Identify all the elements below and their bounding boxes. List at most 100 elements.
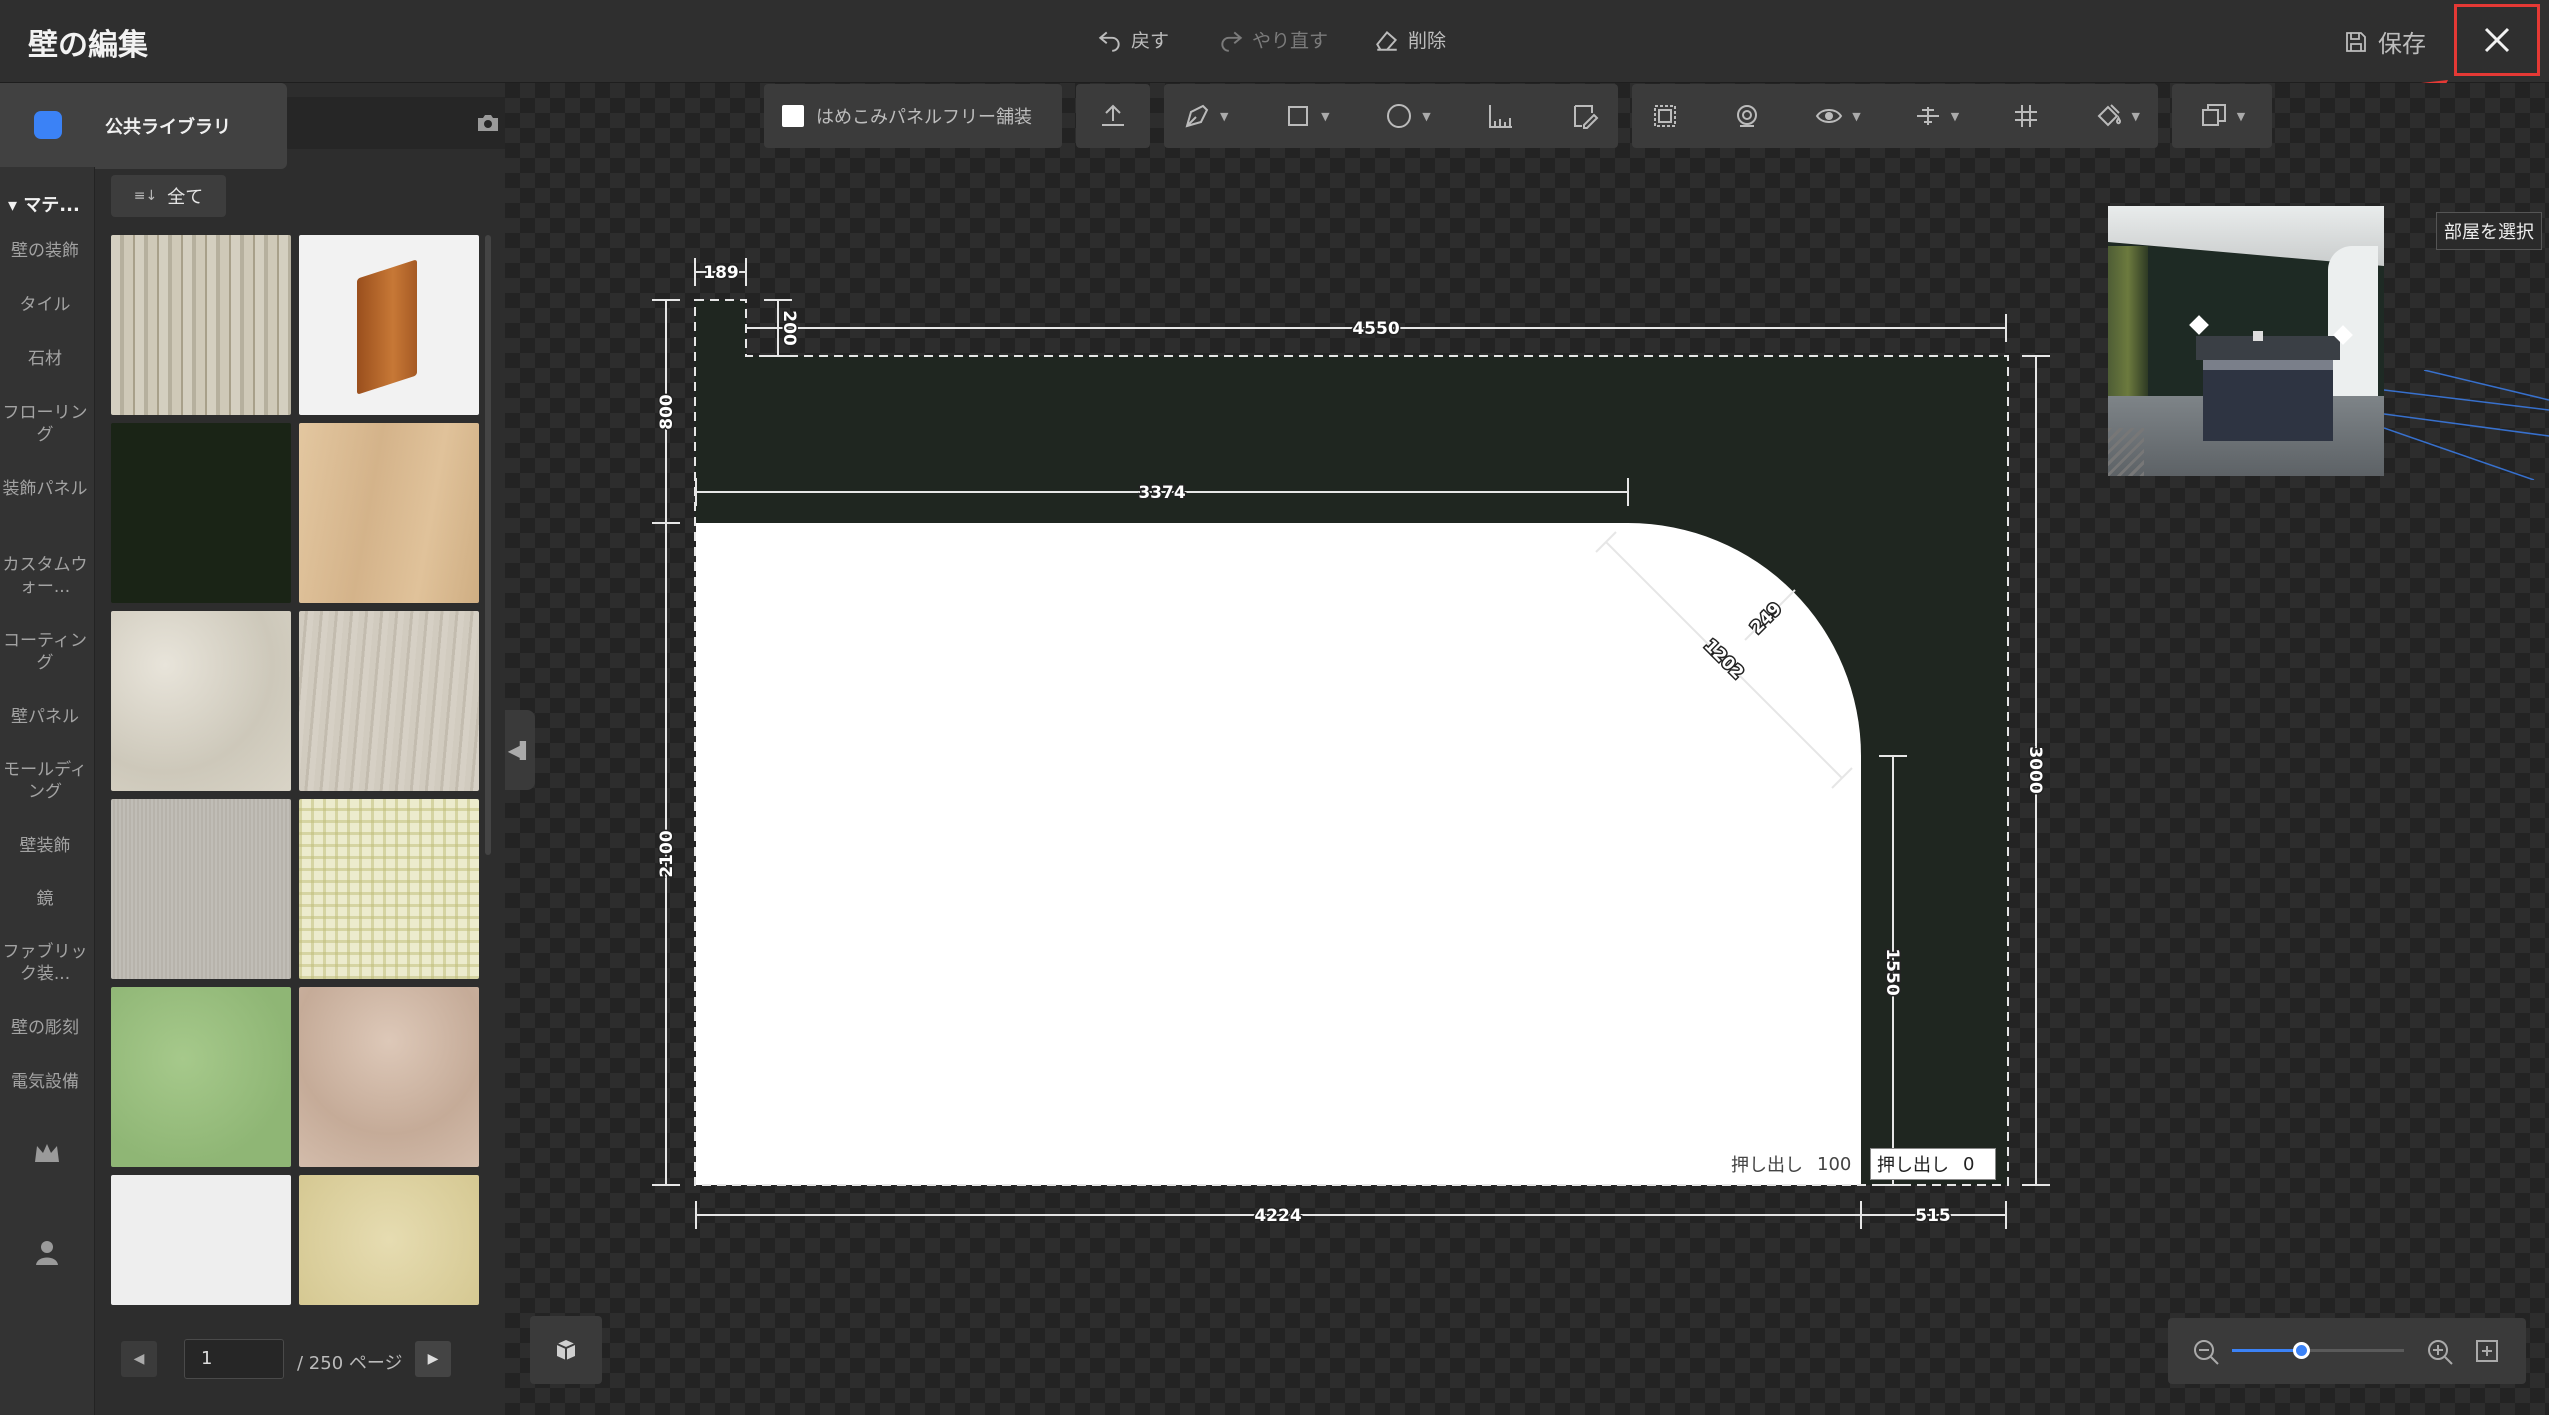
close-icon [2484, 27, 2510, 53]
chevron-down-icon: ▼ [1852, 109, 1861, 123]
next-page-button[interactable]: ▶ [415, 1341, 451, 1377]
camera-icon[interactable] [475, 110, 501, 136]
collapse-icon: ◀▌ [507, 740, 533, 760]
inset-panel-checkbox[interactable] [782, 105, 804, 127]
zoom-in-icon[interactable] [2426, 1338, 2454, 1366]
delete-button[interactable]: 削除 [1374, 26, 1446, 53]
pen-tool[interactable]: ▼ [1182, 101, 1228, 131]
rail-item-coating[interactable]: コーティング [0, 630, 90, 674]
zoom-out-icon[interactable] [2192, 1338, 2220, 1366]
align-tool[interactable]: ▼ [1913, 101, 1959, 131]
layer-tool[interactable]: ▼ [2172, 84, 2272, 148]
library-icon [33, 111, 62, 139]
zoom-track[interactable] [2232, 1342, 2404, 1359]
view-3d-button[interactable] [530, 1316, 602, 1384]
rail-item-deco-panel[interactable]: 装飾パネル [0, 478, 90, 500]
circle-tool[interactable]: ▼ [1384, 101, 1431, 131]
prev-page-button[interactable]: ◀ [121, 1341, 157, 1377]
edit-shape-icon [1573, 105, 1599, 129]
rail-item-flooring[interactable]: フローリング [0, 402, 90, 446]
inset-panel-toggle[interactable]: はめこみパネルフリー舗装 [764, 84, 1062, 148]
chevron-down-icon: ▼ [1220, 109, 1229, 123]
material-swatch-grey-wood[interactable] [299, 611, 479, 791]
page-total: / 250 ページ [297, 1353, 403, 1374]
delete-label: 削除 [1408, 30, 1447, 52]
rail-item-mirror[interactable]: 鏡 [0, 888, 90, 910]
rail-item-wall-decor[interactable]: 壁の装飾 [0, 240, 90, 262]
align-icon [1916, 107, 1939, 125]
library-panel: 公共ライブラリ ≡↓ 全て ◀ 1 / 250 ページ ▶ [95, 83, 575, 1415]
redo-label: やり直す [1252, 30, 1329, 52]
material-swatch-white-marble[interactable] [111, 611, 291, 791]
fill-tool[interactable]: ▼ [2093, 101, 2140, 131]
zoom-slider-handle[interactable] [2292, 1342, 2310, 1359]
page-number-input[interactable]: 1 [184, 1339, 284, 1379]
close-button[interactable] [2454, 4, 2540, 76]
rail-item-custom-wall[interactable]: カスタムウォー... [0, 554, 90, 598]
material-swatch-baseboard[interactable] [299, 235, 479, 415]
material-swatch-grey-fabric[interactable] [111, 799, 291, 979]
rail-item-wall-ornament[interactable]: 壁装飾 [0, 835, 90, 857]
draw-tools: ▼ ▼ ▼ [1164, 84, 1618, 148]
user-icon[interactable] [30, 1236, 64, 1270]
rail-library-tab[interactable] [0, 83, 95, 167]
rail-item-electrical[interactable]: 電気設備 [0, 1071, 90, 1093]
save-icon [2346, 31, 2366, 52]
rail-item-stone[interactable]: 石材 [0, 348, 90, 370]
extrude-right-label: 押し出し [1877, 1155, 1949, 1176]
undo-label: 戻す [1131, 30, 1170, 52]
save-button[interactable]: 保存 [2344, 24, 2426, 59]
dim-label-inner-width: 3374 [1138, 483, 1185, 503]
material-swatch-dark-green[interactable] [111, 423, 291, 603]
rail-item-tile[interactable]: タイル [0, 294, 90, 316]
material-swatch-light-oak[interactable] [299, 423, 479, 603]
chevron-down-icon: ▼ [2236, 109, 2246, 123]
undo-icon [1098, 31, 1120, 52]
chevron-down-icon: ▼ [1950, 109, 1960, 123]
material-swatch-birch[interactable] [111, 235, 291, 415]
measure-tool[interactable] [1485, 101, 1515, 131]
cube-icon [556, 1340, 576, 1360]
upload-button[interactable] [1076, 84, 1150, 148]
material-swatch-green-plaster[interactable] [111, 987, 291, 1167]
preview-guide-lines [2384, 370, 2549, 480]
lasso-tool[interactable] [1732, 101, 1762, 131]
tab-public-library-label: 公共ライブラリ [105, 117, 231, 138]
select-room-button[interactable]: 部屋を選択 [2436, 212, 2542, 250]
rail-section-label: マテ... [23, 195, 80, 216]
fit-view-icon[interactable] [2474, 1338, 2500, 1364]
redo-button[interactable]: やり直す [1218, 26, 1328, 53]
room-preview[interactable] [2108, 206, 2384, 476]
pagination: ◀ 1 / 250 ページ ▶ [95, 1331, 505, 1391]
material-swatch-gold-damask[interactable] [299, 1175, 479, 1305]
rail-item-molding[interactable]: モールディング [0, 759, 90, 803]
dim-label-bottom-opening: 4224 [1254, 1206, 1301, 1226]
dim-label-top-total: 4550 [1352, 319, 1399, 339]
paint-bucket-icon [2098, 104, 2122, 127]
extrude-left-field[interactable]: 押し出し 100 [1725, 1148, 1858, 1180]
select-area-tool[interactable] [1650, 101, 1680, 131]
category-rail: ▾ マテ... 壁の装飾 タイル 石材 フローリング 装飾パネル カスタムウォー… [0, 83, 95, 1415]
material-swatch-yellow-check[interactable] [299, 799, 479, 979]
collapse-panel-button[interactable]: ◀▌ [505, 710, 535, 790]
rail-item-wall-sculpture[interactable]: 壁の彫刻 [0, 1017, 90, 1039]
rectangle-tool[interactable]: ▼ [1283, 101, 1330, 131]
grid-tool[interactable] [2011, 101, 2041, 131]
rail-item-fabric[interactable]: ファブリック装... [0, 941, 90, 985]
dim-label-top-offset: 189 [703, 263, 739, 283]
extrude-right-value: 0 [1963, 1153, 1975, 1175]
edit-shape-tool[interactable] [1570, 101, 1600, 131]
extrude-right-field[interactable]: 押し出し 0 [1870, 1148, 1996, 1180]
rail-item-wall-panel[interactable]: 壁パネル [0, 706, 90, 728]
material-swatch-beige-marble[interactable] [299, 987, 479, 1167]
filter-all-button[interactable]: ≡↓ 全て [111, 175, 226, 217]
crown-icon[interactable] [30, 1136, 64, 1170]
tab-public-library[interactable]: 公共ライブラリ [95, 83, 287, 169]
material-swatch-white-floral[interactable] [111, 1175, 291, 1305]
library-scrollbar[interactable] [485, 235, 491, 855]
rail-section-header[interactable]: ▾ マテ... [8, 191, 80, 217]
eraser-icon [1376, 30, 1398, 51]
visibility-tool[interactable]: ▼ [1814, 101, 1861, 131]
undo-button[interactable]: 戻す [1097, 26, 1169, 53]
inset-panel-label: はめこみパネルフリー舗装 [816, 107, 1032, 128]
